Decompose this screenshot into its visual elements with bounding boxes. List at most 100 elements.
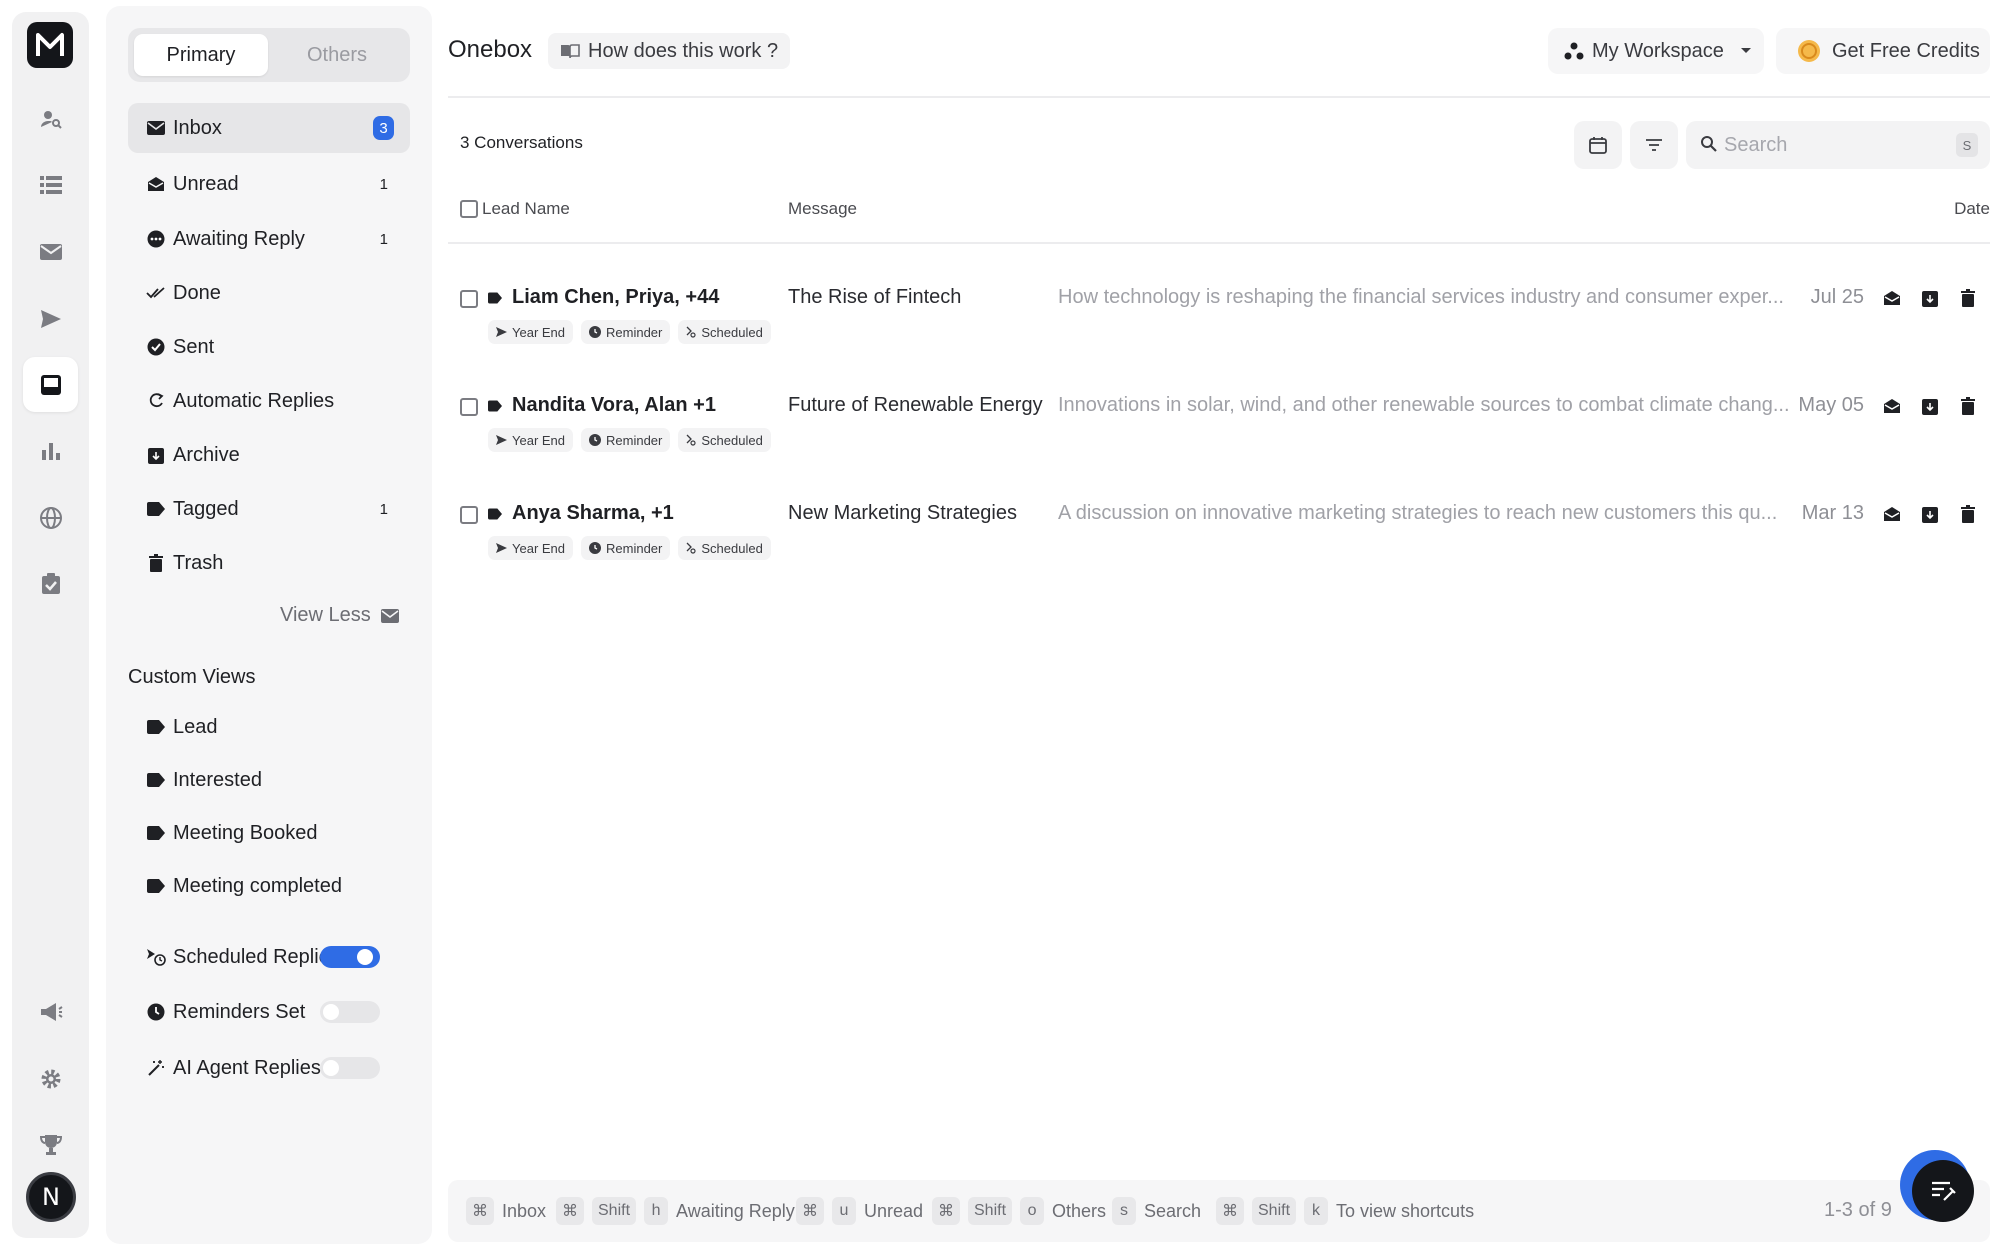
date-filter-button[interactable] [1574, 121, 1622, 169]
view-less-button[interactable]: View Less [280, 604, 399, 627]
delete-icon[interactable] [1956, 502, 1980, 526]
filter-button[interactable] [1630, 121, 1678, 169]
fab-inner [1912, 1160, 1974, 1222]
row-checkbox[interactable] [460, 290, 478, 308]
icon-rail: N [12, 12, 89, 1238]
app-logo[interactable] [27, 22, 73, 68]
custom-view-interested[interactable]: Interested [128, 755, 410, 805]
folder-tagged[interactable]: Tagged 1 [128, 484, 410, 534]
chip-scheduled[interactable]: Scheduled [678, 320, 771, 344]
tab-primary[interactable]: Primary [134, 34, 268, 76]
rail-mail-icon[interactable] [23, 224, 78, 279]
folder-label: Automatic Replies [173, 389, 335, 412]
mark-read-icon[interactable] [1880, 502, 1904, 526]
tag-icon [146, 717, 166, 737]
rail-trophy-icon[interactable] [23, 1117, 78, 1172]
custom-view-meeting-completed[interactable]: Meeting completed [128, 861, 410, 911]
scheduled-icon [146, 947, 166, 967]
folder-awaiting-reply[interactable]: Awaiting Reply 1 [128, 214, 410, 264]
folder-archive[interactable]: Archive [128, 430, 410, 480]
message-preview: Innovations in solar, wind, and other re… [1058, 394, 1790, 416]
chip-label: Year End [512, 324, 566, 340]
get-free-credits-button[interactable]: Get Free Credits [1776, 28, 1990, 74]
floating-action-button[interactable] [1900, 1150, 1974, 1222]
custom-view-lead[interactable]: Lead [128, 702, 410, 752]
folder-label: Inbox [173, 116, 222, 139]
folder-sent[interactable]: Sent [128, 322, 410, 372]
chip-year-end[interactable]: Year End [488, 536, 574, 560]
mark-read-icon[interactable] [1880, 286, 1904, 310]
chip-reminder[interactable]: Reminder [581, 536, 671, 560]
toggle-row-reminders-set: Reminders Set [128, 987, 410, 1037]
tag-icon [146, 770, 166, 790]
row-tags: Year End Reminder Scheduled [488, 536, 771, 560]
search-input[interactable] [1724, 131, 1944, 159]
mark-read-icon[interactable] [1880, 394, 1904, 418]
how-does-this-work-link[interactable]: How does this work ? [548, 33, 791, 69]
coin-icon [1798, 40, 1820, 62]
chip-reminder[interactable]: Reminder [581, 320, 671, 344]
message-subject: The Rise of Fintech [788, 286, 962, 308]
lead-name: Anya Sharma, +1 [512, 502, 674, 524]
rail-settings-icon[interactable] [23, 1051, 78, 1106]
table-row[interactable]: Anya Sharma, +1 Year End Reminder Schedu… [448, 496, 1990, 596]
chip-year-end[interactable]: Year End [488, 428, 574, 452]
key-shift: Shift [1252, 1197, 1297, 1225]
rail-announce-icon[interactable] [23, 984, 78, 1039]
key-cmd: ⌘ [466, 1197, 494, 1225]
rail-list-icon[interactable] [23, 157, 78, 212]
row-checkbox[interactable] [460, 506, 478, 524]
scheduled-replies-toggle[interactable] [320, 946, 380, 968]
reminders-set-toggle[interactable] [320, 1001, 380, 1023]
rail-leads-icon[interactable] [23, 91, 78, 146]
shortcut-label: Unread [864, 1200, 924, 1221]
custom-view-meeting-booked[interactable]: Meeting Booked [128, 808, 410, 858]
archive-icon[interactable] [1918, 286, 1942, 310]
custom-view-label: Meeting completed [173, 874, 342, 897]
table-header: Lead Name Message Date [448, 188, 1990, 244]
rail-send-icon[interactable] [23, 291, 78, 346]
folder-inbox[interactable]: Inbox 3 [128, 103, 410, 153]
scheduled-icon [686, 542, 696, 554]
column-message[interactable]: Message [788, 199, 857, 219]
custom-views-title: Custom Views [128, 666, 256, 688]
folder-label: Unread [173, 172, 239, 195]
folder-automatic-replies[interactable]: Automatic Replies [128, 376, 410, 426]
folder-unread[interactable]: Unread 1 [128, 159, 410, 209]
tab-others[interactable]: Others [270, 34, 404, 76]
user-avatar[interactable]: N [26, 1172, 76, 1222]
chip-scheduled[interactable]: Scheduled [678, 536, 771, 560]
key-cmd: ⌘ [796, 1197, 824, 1225]
custom-view-label: Meeting Booked [173, 821, 318, 844]
folder-count: 1 [379, 230, 388, 248]
rail-tasks-icon[interactable] [23, 556, 78, 611]
key-cmd: ⌘ [1216, 1197, 1244, 1225]
key-k: k [1304, 1197, 1329, 1225]
chip-scheduled[interactable]: Scheduled [678, 428, 771, 452]
workspace-dropdown[interactable]: My Workspace [1548, 28, 1764, 74]
row-checkbox[interactable] [460, 398, 478, 416]
app-root: N Primary Others Inbox 3 Unread 1 Awaiti… [0, 0, 2000, 1250]
table-row[interactable]: Liam Chen, Priya, +44 Year End Reminder … [448, 280, 1990, 380]
ai-agent-replies-toggle[interactable] [320, 1057, 380, 1079]
chip-reminder[interactable]: Reminder [581, 428, 671, 452]
delete-icon[interactable] [1956, 394, 1980, 418]
rail-globe-icon[interactable] [23, 490, 78, 545]
archive-icon[interactable] [1918, 394, 1942, 418]
table-row[interactable]: Nandita Vora, Alan +1 Year End Reminder … [448, 388, 1990, 488]
select-all-checkbox[interactable] [460, 200, 478, 218]
delete-icon[interactable] [1956, 286, 1980, 310]
rail-analytics-icon[interactable] [23, 423, 78, 478]
archive-icon [146, 445, 166, 465]
row-tags: Year End Reminder Scheduled [488, 320, 771, 344]
folder-done[interactable]: Done [128, 268, 410, 318]
rail-inbox-icon[interactable] [23, 357, 78, 412]
send-icon [496, 543, 507, 553]
column-lead-name[interactable]: Lead Name [482, 199, 570, 219]
chip-year-end[interactable]: Year End [488, 320, 574, 344]
folder-trash[interactable]: Trash [128, 538, 410, 588]
toggle-label: Reminders Set [173, 1000, 306, 1023]
column-date[interactable]: Date [1954, 199, 1990, 219]
archive-icon[interactable] [1918, 502, 1942, 526]
key-cmd: ⌘ [932, 1197, 960, 1225]
